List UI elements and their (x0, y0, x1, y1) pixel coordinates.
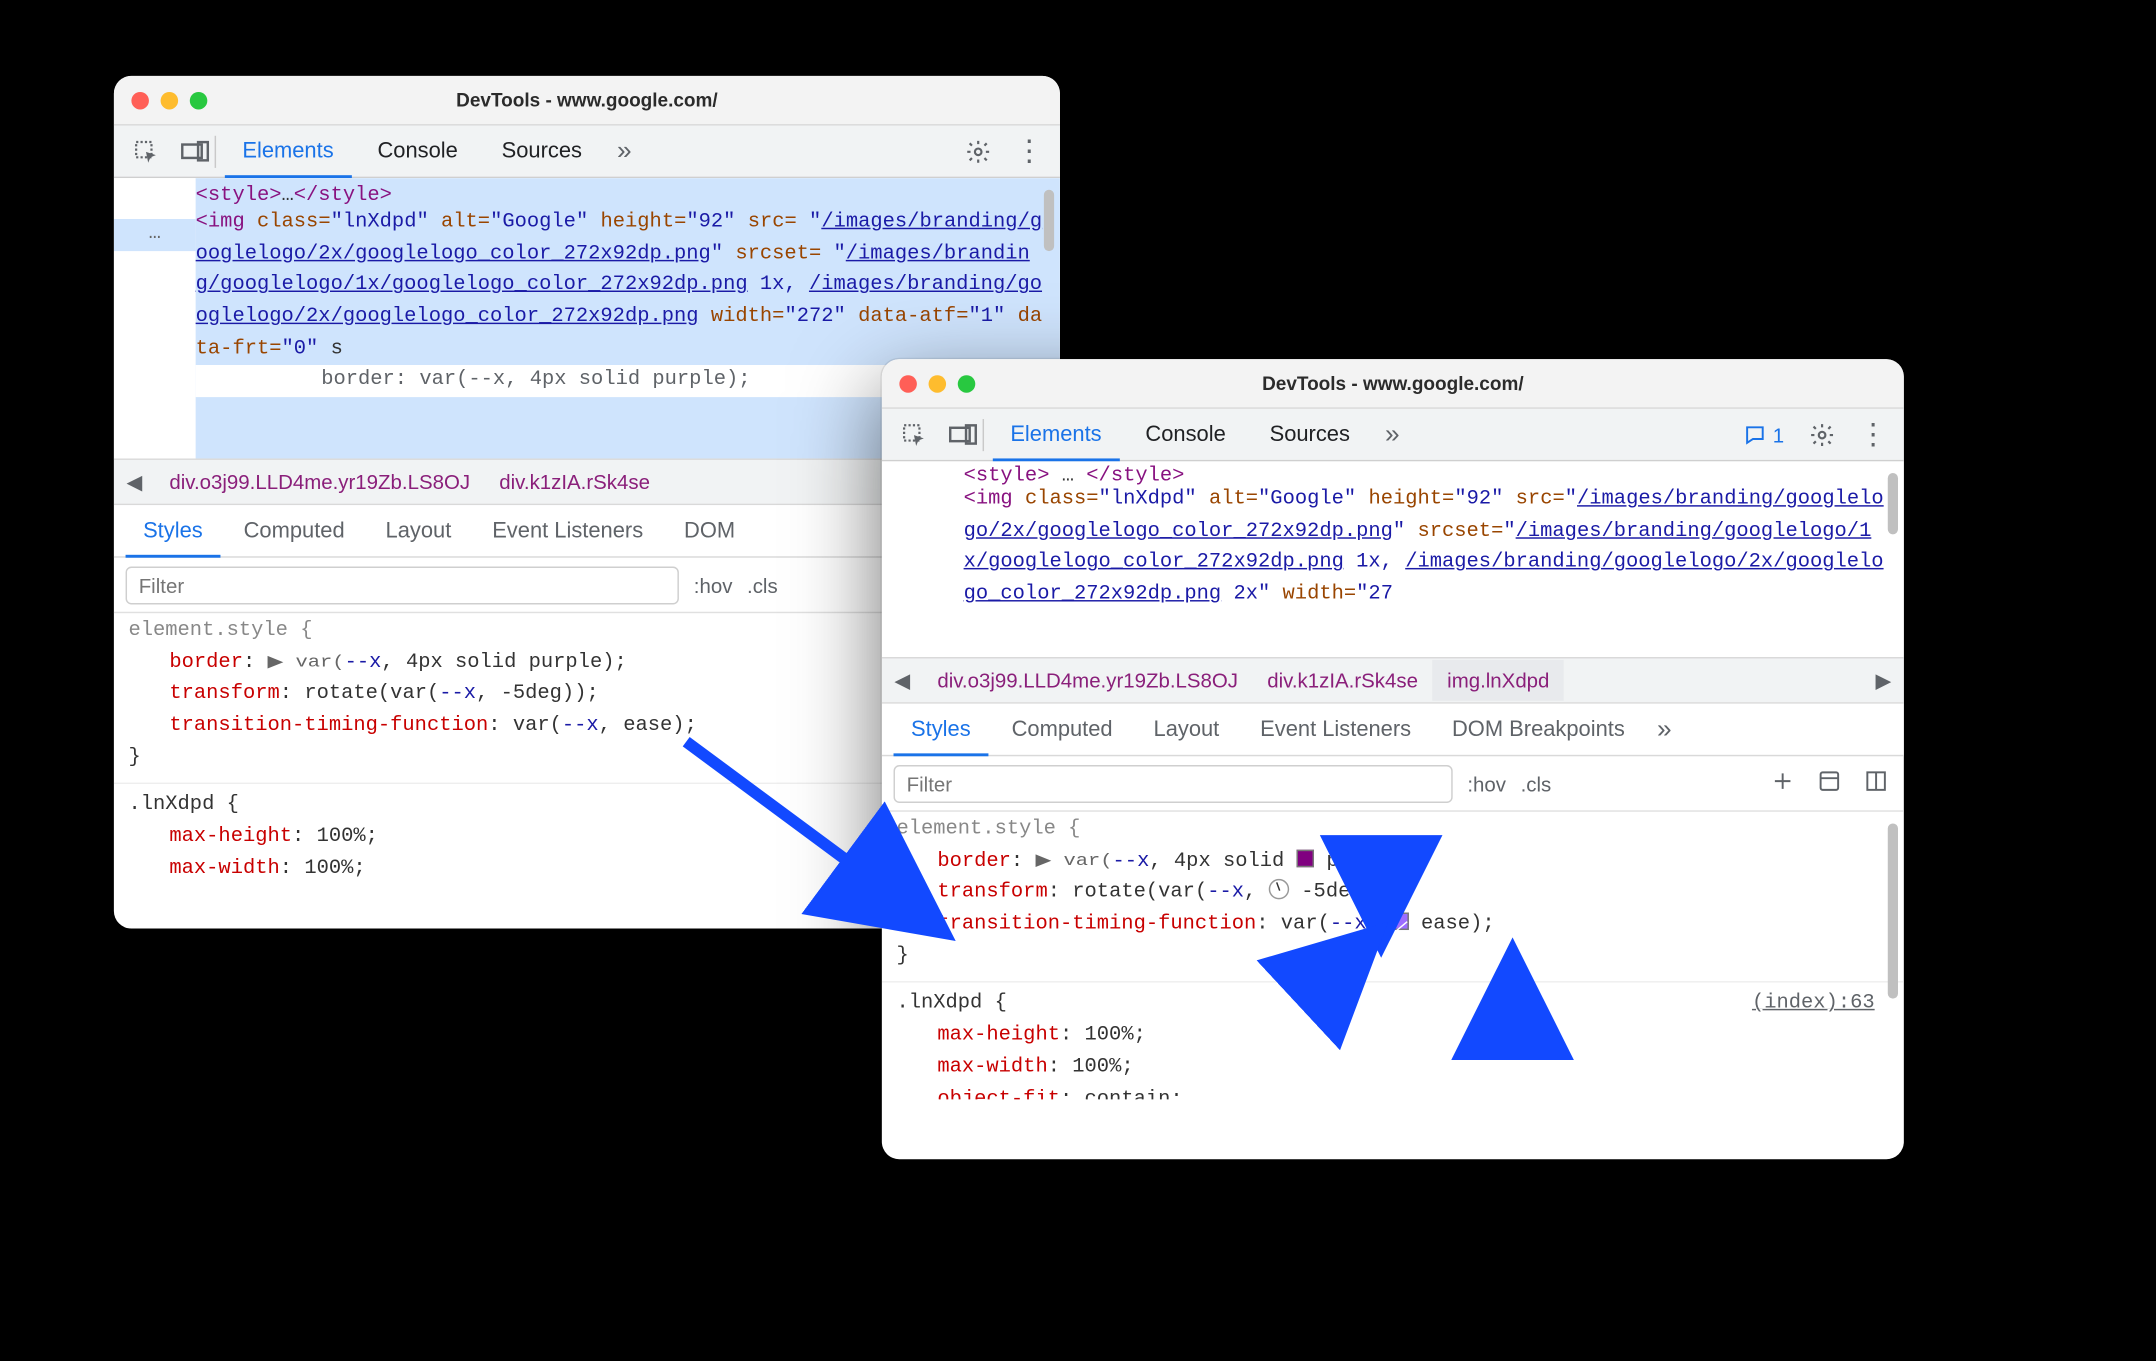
close-icon[interactable] (131, 91, 149, 109)
minimize-icon[interactable] (929, 374, 947, 392)
scrollbar[interactable] (1888, 473, 1898, 534)
scrollbar[interactable] (1044, 190, 1054, 251)
tab-styles[interactable]: Styles (126, 506, 221, 557)
crumb-3[interactable]: img.lnXdpd (1433, 660, 1564, 701)
device-toggle-icon[interactable] (943, 418, 984, 450)
rule-class: .lnXdpd { (896, 989, 1889, 1021)
decl-ttf[interactable]: transition-timing-function: var(--x, eas… (896, 910, 1889, 942)
dom-selected-node[interactable]: <style> … </style> <img class="lnXdpd" a… (964, 461, 1904, 657)
titlebar[interactable]: DevTools - www.google.com/ (114, 76, 1060, 126)
rule-element-style: element.style { (896, 815, 1889, 847)
settings-icon[interactable] (958, 138, 999, 164)
tab-event-listeners[interactable]: Event Listeners (475, 507, 661, 555)
kebab-icon[interactable]: ⋮ (1007, 133, 1048, 170)
minimize-icon[interactable] (161, 91, 179, 109)
panel-tabs: Styles Computed Layout Event Listeners D… (882, 704, 1904, 757)
color-swatch-icon[interactable] (1297, 849, 1315, 867)
crumb-1[interactable]: div.o3j99.LLD4me.yr19Zb.LS8OJ (923, 660, 1253, 701)
cls-toggle[interactable]: .cls (1521, 772, 1552, 795)
close-icon[interactable] (899, 374, 917, 392)
tab-dom-breakpoints[interactable]: DOM (667, 507, 753, 555)
crumb-prev-icon[interactable]: ◀ (114, 469, 155, 494)
new-style-rule-icon[interactable] (1767, 769, 1799, 797)
maximize-icon[interactable] (958, 374, 976, 392)
hov-toggle[interactable]: :hov (694, 573, 733, 596)
filter-input[interactable] (894, 764, 1453, 802)
crumb-2[interactable]: div.k1zIA.rSk4se (485, 461, 665, 502)
tabs-more-icon[interactable]: » (608, 136, 640, 167)
dom-gutter: … (114, 178, 196, 458)
settings-icon[interactable] (1802, 421, 1843, 447)
angle-swatch-icon[interactable] (1269, 879, 1289, 899)
easing-swatch-icon[interactable] (1391, 913, 1409, 931)
decl-object-fit[interactable]: object-fit: contain; (896, 1084, 1889, 1099)
window-title: DevTools - www.google.com/ (114, 89, 1060, 111)
panel-tabs-more-icon[interactable]: » (1648, 714, 1680, 745)
filter-input[interactable] (126, 566, 680, 604)
computed-styles-icon[interactable] (1813, 769, 1845, 797)
tab-dom-breakpoints[interactable]: DOM Breakpoints (1434, 705, 1642, 753)
decl-max-width[interactable]: max-width: 100%; (896, 1052, 1889, 1084)
crumb-prev-icon[interactable]: ◀ (882, 668, 923, 693)
tab-computed[interactable]: Computed (994, 705, 1130, 753)
main-tabs: Elements Console Sources » ⋮ (114, 126, 1060, 179)
crumb-next-icon[interactable]: ▶ (1863, 668, 1904, 693)
inspect-icon[interactable] (894, 421, 935, 447)
kebab-icon[interactable]: ⋮ (1851, 416, 1892, 453)
tab-elements[interactable]: Elements (993, 410, 1119, 461)
crumb-2[interactable]: div.k1zIA.rSk4se (1253, 660, 1433, 701)
styles-pane[interactable]: element.style { border: ▶ var(--x, 4px s… (882, 812, 1904, 1159)
tab-elements[interactable]: Elements (225, 126, 351, 177)
tab-sources[interactable]: Sources (484, 127, 599, 175)
titlebar[interactable]: DevTools - www.google.com/ (882, 359, 1904, 409)
tab-layout[interactable]: Layout (368, 507, 469, 555)
devtools-window-after: DevTools - www.google.com/ Elements Cons… (882, 359, 1904, 1159)
breadcrumb[interactable]: ◀ div.o3j99.LLD4me.yr19Zb.LS8OJ div.k1zI… (882, 657, 1904, 704)
scrollbar[interactable] (1888, 823, 1898, 998)
styles-toolbar: :hov .cls (882, 756, 1904, 811)
dom-gutter (882, 461, 964, 657)
traffic-lights (131, 91, 207, 109)
tab-layout[interactable]: Layout (1136, 705, 1237, 753)
rendering-icon[interactable] (1860, 769, 1892, 797)
decl-transform[interactable]: transform: rotate(var(--x, -5deg)); (896, 878, 1889, 910)
tab-sources[interactable]: Sources (1252, 410, 1367, 458)
crumb-1[interactable]: div.o3j99.LLD4me.yr19Zb.LS8OJ (155, 461, 485, 502)
tab-computed[interactable]: Computed (226, 507, 362, 555)
tab-event-listeners[interactable]: Event Listeners (1243, 705, 1429, 753)
tab-console[interactable]: Console (360, 127, 475, 175)
device-toggle-icon[interactable] (175, 135, 216, 167)
window-title: DevTools - www.google.com/ (882, 372, 1904, 394)
source-link[interactable]: (index):63 (1752, 989, 1889, 1021)
main-tabs: Elements Console Sources » 1 ⋮ (882, 409, 1904, 462)
maximize-icon[interactable] (190, 91, 208, 109)
decl-max-height[interactable]: max-height: 100%; (896, 1021, 1889, 1053)
inspect-icon[interactable] (126, 138, 167, 164)
traffic-lights (899, 374, 975, 392)
messages-badge[interactable]: 1 (1735, 423, 1793, 446)
decl-border[interactable]: border: ▶ var(--x, 4px solid purple); (896, 846, 1889, 878)
cls-toggle[interactable]: .cls (747, 573, 778, 596)
dom-tree[interactable]: <style> … </style> <img class="lnXdpd" a… (882, 461, 1904, 657)
tab-console[interactable]: Console (1128, 410, 1243, 458)
tab-styles[interactable]: Styles (894, 704, 989, 755)
hov-toggle[interactable]: :hov (1467, 772, 1506, 795)
tabs-more-icon[interactable]: » (1376, 419, 1408, 450)
